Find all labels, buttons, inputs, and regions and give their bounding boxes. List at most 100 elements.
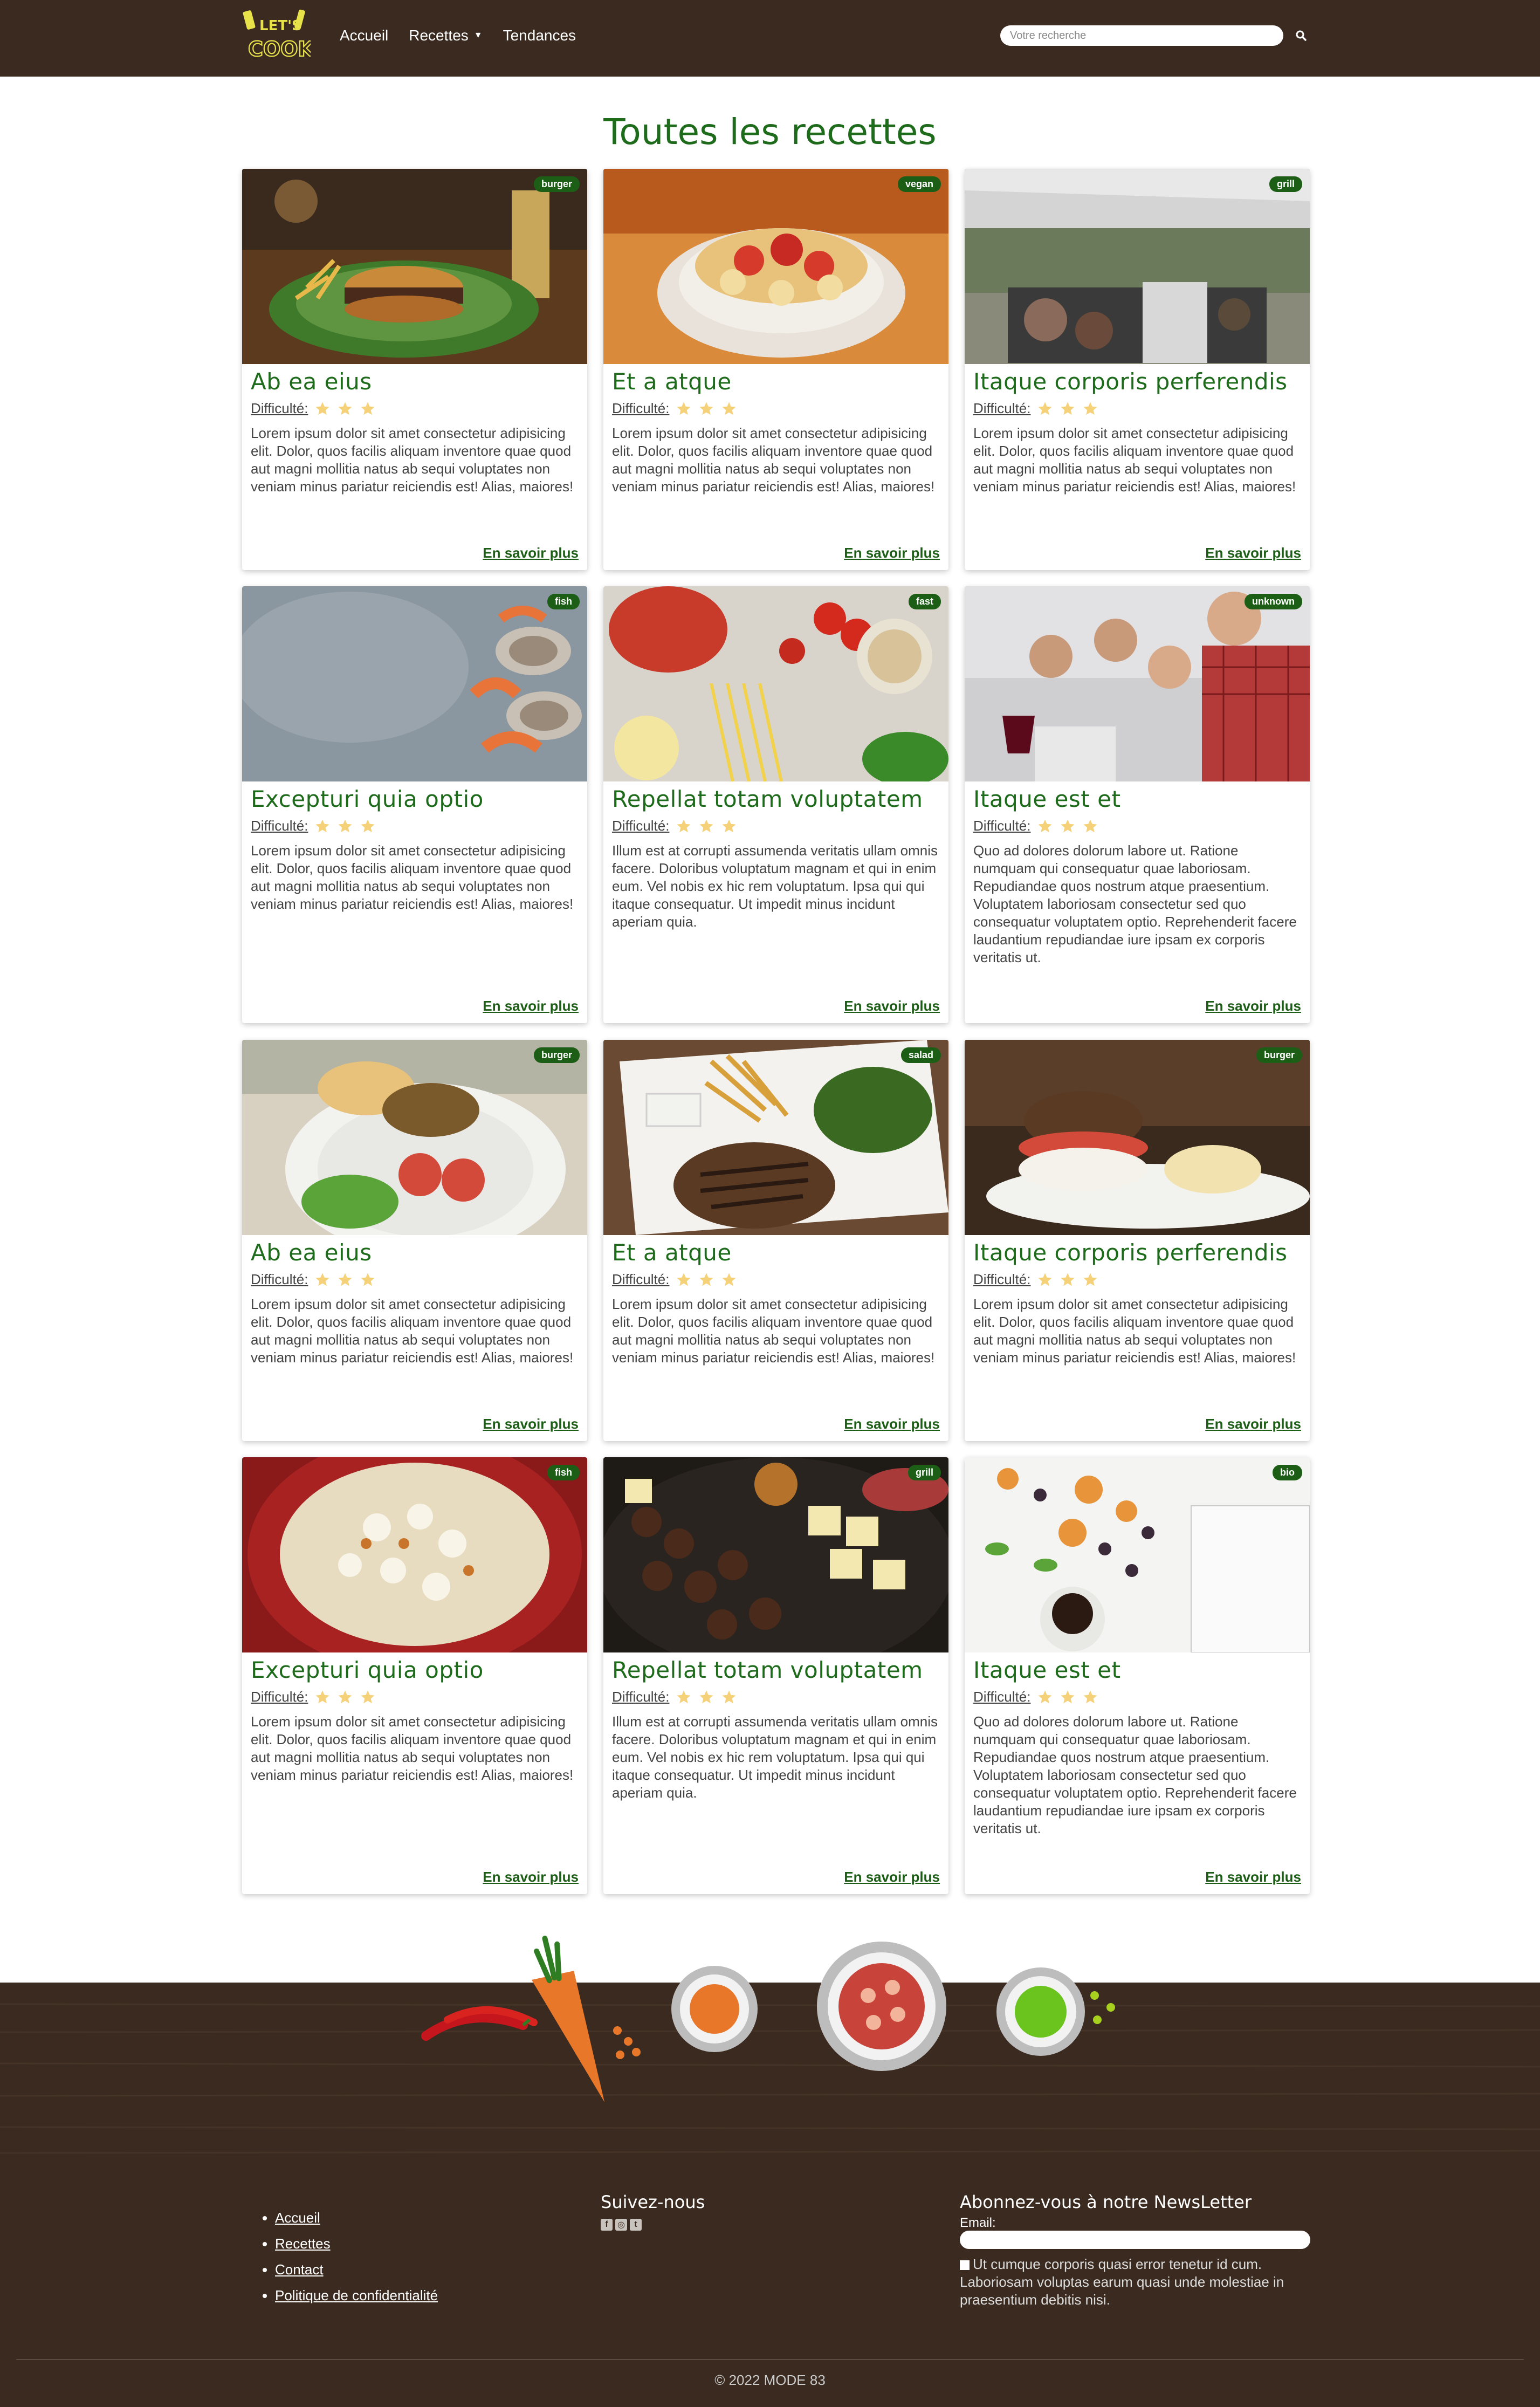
recipe-title: Itaque est et [973,1657,1121,1683]
footer-link-contact[interactable]: Contact [275,2261,324,2278]
logo[interactable]: LET'S COOK [240,8,311,67]
difficulty-row: Difficulté: [251,400,579,417]
recipe-image[interactable]: fish [242,1457,587,1652]
difficulty-row: Difficulté: [612,400,940,417]
difficulty-label: Difficulté: [973,818,1031,834]
recipe-photo [603,586,948,781]
difficulty-label: Difficulté: [251,818,308,834]
navbar: LET'S COOK Accueil Recettes ▼ Tendances [0,0,1540,77]
recipe-card: bio Itaque est et Difficulté: Quo ad dol… [965,1457,1310,1894]
social-title: Suivez-nous [601,2192,705,2212]
recipe-photo [242,1457,587,1652]
footer: Accueil Recettes Contact Politique de co… [0,2164,1540,2407]
copyright: © 2022 MODE 83 [714,2372,826,2388]
category-badge: fish [547,1465,580,1480]
read-more-link[interactable]: En savoir plus [483,1416,579,1432]
category-badge: grill [1269,176,1302,192]
recipe-card: burger Ab ea eius Difficulté: Lorem ipsu… [242,1040,587,1441]
star-icon [677,402,691,415]
page-title: Toutes les recettes [603,111,937,153]
read-more-link[interactable]: En savoir plus [1205,1416,1301,1432]
category-badge: grill [908,1465,941,1480]
category-badge: burger [533,1047,580,1063]
consent-checkbox[interactable] [960,2260,970,2270]
recipe-title: Repellat totam voluptatem [612,786,923,812]
footer-link-item: Accueil [275,2205,438,2231]
footer-link-accueil[interactable]: Accueil [275,2210,320,2226]
recipe-title: Ab ea eius [251,368,372,395]
search-input[interactable] [1000,25,1283,46]
nav-link-tendances[interactable]: Tendances [503,27,576,44]
difficulty-row: Difficulté: [973,1689,1301,1705]
recipe-image[interactable]: grill [603,1457,948,1652]
read-more-link[interactable]: En savoir plus [1205,545,1301,561]
star-icon [338,402,352,415]
star-icon [315,402,329,415]
recipe-description: Lorem ipsum dolor sit amet consectetur a… [251,1713,574,1783]
read-more-link[interactable]: En savoir plus [1205,998,1301,1014]
recipe-title: Itaque corporis perferendis [973,1239,1288,1266]
difficulty-stars [314,818,376,834]
recipe-image[interactable]: salad [603,1040,948,1235]
facebook-icon[interactable]: f [601,2219,613,2231]
difficulty-row: Difficulté: [251,1271,579,1288]
recipe-image[interactable]: unknown [965,586,1310,781]
difficulty-stars [314,1272,376,1288]
recipe-image[interactable]: fish [242,586,587,781]
recipe-card: salad Et a atque Difficulté: Lorem ipsum… [603,1040,948,1441]
recipe-image[interactable]: burger [965,1040,1310,1235]
recipe-card: grill Itaque corporis perferendis Diffic… [965,169,1310,570]
recipe-title: Itaque corporis perferendis [973,368,1288,395]
nav-link-recettes[interactable]: Recettes ▼ [409,27,482,44]
recipe-image[interactable]: burger [242,169,587,364]
read-more-link[interactable]: En savoir plus [483,1869,579,1885]
star-icon [699,819,713,832]
recipe-title: Et a atque [612,1239,732,1266]
recipe-photo [242,169,587,364]
recipe-image[interactable]: bio [965,1457,1310,1652]
footer-divider [16,2359,1524,2360]
star-icon [1061,1690,1075,1703]
logo-text-top: LET'S [259,18,302,34]
read-more-link[interactable]: En savoir plus [844,1416,940,1432]
read-more-link[interactable]: En savoir plus [844,998,940,1014]
read-more-link[interactable]: En savoir plus [483,545,579,561]
newsletter-email-input[interactable] [960,2231,1310,2249]
recipe-photo [603,169,948,364]
search-icon [1296,30,1307,41]
nav-link-accueil[interactable]: Accueil [340,27,388,44]
footer-link-recettes[interactable]: Recettes [275,2235,331,2252]
difficulty-stars [676,401,737,417]
read-more-link[interactable]: En savoir plus [844,1869,940,1885]
recipe-image[interactable]: fast [603,586,948,781]
star-icon [722,1690,736,1703]
recipe-image[interactable]: burger [242,1040,587,1235]
recipe-description: Lorem ipsum dolor sit amet consectetur a… [251,1296,574,1366]
read-more-link[interactable]: En savoir plus [1205,1869,1301,1885]
difficulty-stars [1037,401,1098,417]
instagram-icon[interactable]: ◎ [615,2219,627,2231]
recipe-image[interactable]: vegan [603,169,948,364]
star-icon [315,819,329,832]
difficulty-stars [314,1689,376,1705]
difficulty-row: Difficulté: [612,1271,940,1288]
recipe-photo [242,1040,587,1235]
recipe-image[interactable]: grill [965,169,1310,364]
star-icon [361,819,375,832]
read-more-link[interactable]: En savoir plus [844,545,940,561]
twitter-icon[interactable]: t [630,2219,642,2231]
search-button[interactable] [1292,26,1310,45]
category-badge: fast [908,594,941,609]
newsletter-consent: Ut cumque corporis quasi error tenetur i… [960,2255,1316,2309]
recipe-card: fish Excepturi quia optio Difficulté: Lo… [242,1457,587,1894]
difficulty-label: Difficulté: [973,1689,1031,1705]
difficulty-row: Difficulté: [251,818,579,834]
read-more-link[interactable]: En savoir plus [483,998,579,1014]
footer-link-privacy[interactable]: Politique de confidentialité [275,2287,438,2303]
recipe-description: Illum est at corrupti assumenda veritati… [612,1713,938,1801]
recipe-card: fish Excepturi quia optio Difficulté: Lo… [242,586,587,1023]
recipe-description: Quo ad dolores dolorum labore ut. Ration… [973,842,1297,965]
star-icon [1038,402,1052,415]
recipe-photo [242,586,587,781]
footer-link-item: Contact [275,2257,438,2282]
